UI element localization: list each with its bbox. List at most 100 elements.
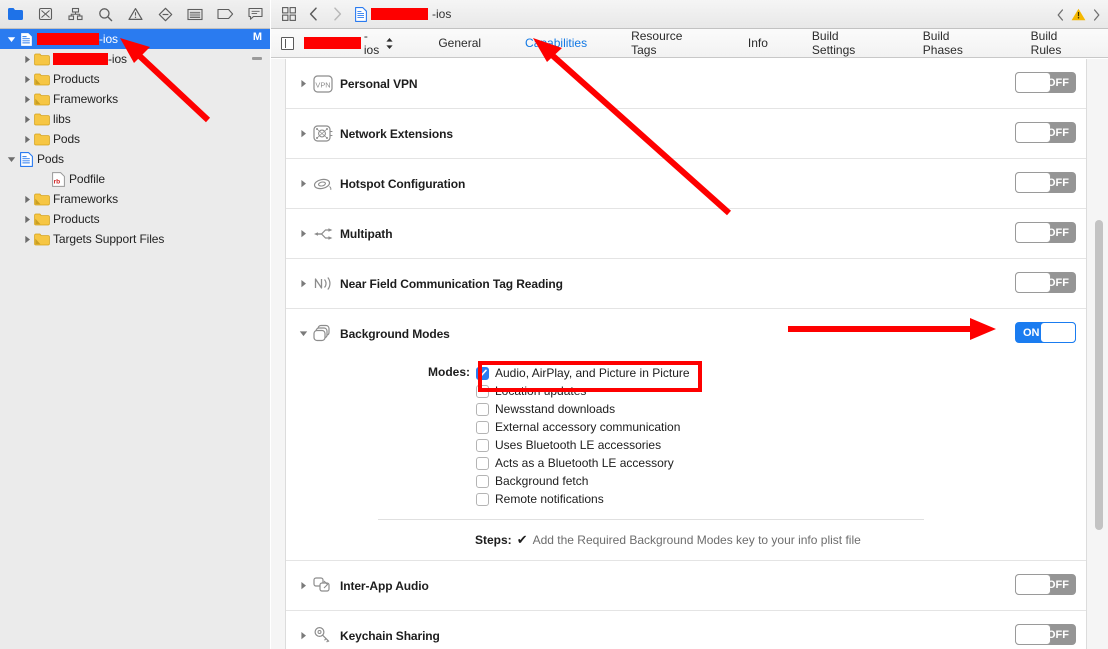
checkbox[interactable] (476, 492, 489, 506)
mode-label: Audio, AirPlay, and Picture in Picture (495, 366, 690, 380)
disclosure-triangle-icon[interactable] (296, 279, 310, 288)
mode-checkbox-item[interactable]: External accessory communication (476, 418, 690, 436)
disclosure-triangle-icon[interactable] (296, 229, 310, 238)
back-chevron-left-icon[interactable] (301, 1, 325, 27)
tab-build-phases[interactable]: Build Phases (901, 29, 1009, 57)
group-folder-icon (33, 53, 51, 66)
report-icon[interactable] (240, 0, 270, 28)
tab-build-rules[interactable]: Build Rules (1009, 29, 1108, 57)
disclosure-triangle-icon[interactable] (296, 581, 310, 590)
debug-icon[interactable] (180, 0, 210, 28)
checkbox[interactable] (476, 366, 489, 380)
disclosure-triangle-icon[interactable] (22, 229, 33, 249)
inter-app-audio-icon (310, 576, 336, 595)
disclosure-triangle-icon[interactable] (22, 189, 33, 209)
disclosure-triangle-icon[interactable] (296, 631, 310, 640)
tree-row[interactable]: Pods (0, 129, 270, 149)
mode-checkbox-item[interactable]: Acts as a Bluetooth LE accessory (476, 454, 690, 472)
tree-row[interactable]: Products (0, 69, 270, 89)
disclosure-triangle-icon[interactable] (296, 79, 310, 88)
disclosure-triangle-icon[interactable] (22, 209, 33, 229)
disclosure-triangle-icon[interactable] (296, 179, 310, 188)
checkbox[interactable] (476, 402, 489, 416)
capability-toggle[interactable]: OFF (1015, 574, 1076, 595)
tree-row[interactable]: libs (0, 109, 270, 129)
capability-toggle[interactable]: ON (1015, 322, 1076, 343)
capability-toggle[interactable]: OFF (1015, 72, 1076, 93)
capability-header[interactable]: Background Modes ON (296, 309, 1086, 358)
toggle-knob (1015, 122, 1051, 143)
search-icon[interactable] (90, 0, 120, 28)
disclosure-triangle-icon[interactable] (296, 129, 310, 138)
tab-info[interactable]: Info (726, 36, 790, 50)
breakpoint-icon[interactable] (210, 0, 240, 28)
disclosure-triangle-icon[interactable] (22, 89, 33, 109)
disclosure-triangle-icon[interactable] (22, 129, 33, 149)
tree-row[interactable]: Frameworks (0, 189, 270, 209)
source-control-icon[interactable] (30, 0, 60, 28)
symbol-hierarchy-icon[interactable] (60, 0, 90, 28)
capability-header[interactable]: Inter-App Audio OFF (296, 561, 1086, 610)
tab-general[interactable]: General (416, 36, 503, 50)
target-selector[interactable]: -ios (281, 29, 394, 57)
checkbox[interactable] (476, 438, 489, 452)
scrollbar-thumb[interactable] (1095, 220, 1103, 530)
mode-label: Uses Bluetooth LE accessories (495, 438, 662, 452)
capability-header[interactable]: Keychain Sharing OFF (296, 611, 1086, 649)
status-badge: M (252, 31, 262, 43)
tree-row[interactable]: -ios M (0, 29, 270, 49)
tree-row[interactable]: Products (0, 209, 270, 229)
mode-checkbox-item[interactable]: Background fetch (476, 472, 690, 490)
mode-checkbox-item[interactable]: Uses Bluetooth LE accessories (476, 436, 690, 454)
toggle-label: OFF (1047, 176, 1069, 189)
disclosure-triangle-icon[interactable] (6, 29, 17, 49)
nfc-icon (310, 274, 336, 293)
disclosure-triangle-icon[interactable] (22, 69, 33, 89)
tree-row[interactable]: Pods (0, 149, 270, 169)
forward-chevron-right-icon[interactable] (325, 1, 349, 27)
redacted-project-name (371, 8, 428, 20)
tab-build-settings[interactable]: Build Settings (790, 29, 901, 57)
breadcrumb[interactable]: -ios (355, 6, 451, 22)
disclosure-triangle-icon[interactable] (38, 169, 49, 189)
checkbox[interactable] (476, 420, 489, 434)
mode-checkbox-item[interactable]: Newsstand downloads (476, 400, 690, 418)
capability-toggle[interactable]: OFF (1015, 624, 1076, 645)
tree-row[interactable]: -ios (0, 49, 270, 69)
tree-row[interactable]: Targets Support Files (0, 229, 270, 249)
tree-row-text: Targets Support Files (53, 232, 165, 246)
test-icon[interactable] (150, 0, 180, 28)
checkbox[interactable] (476, 456, 489, 470)
tree-row[interactable]: Frameworks (0, 89, 270, 109)
capability-toggle[interactable]: OFF (1015, 122, 1076, 143)
prev-issue-chevron-left-icon[interactable] (1057, 8, 1064, 21)
tab-grid-icon[interactable] (277, 1, 301, 27)
mode-checkbox-item[interactable]: Remote notifications (476, 490, 690, 508)
mode-checkbox-item[interactable]: Audio, AirPlay, and Picture in Picture (476, 364, 690, 382)
checkbox[interactable] (476, 474, 489, 488)
tree-row-text: Pods (53, 132, 80, 146)
project-tree[interactable]: -ios M -ios Products Frameworks libs Pods Pods r… (0, 29, 270, 649)
tab-resource-tags[interactable]: Resource Tags (609, 29, 726, 57)
warning-triangle-icon[interactable] (1071, 8, 1086, 21)
disclosure-triangle-icon[interactable] (22, 49, 33, 69)
capability-header[interactable]: Near Field Communication Tag Reading OFF (296, 259, 1086, 308)
capability-toggle[interactable]: OFF (1015, 222, 1076, 243)
capability-header[interactable]: Multipath OFF (296, 209, 1086, 258)
folder-icon[interactable] (0, 0, 30, 28)
tree-row[interactable]: rb Podfile (0, 169, 270, 189)
disclosure-triangle-icon[interactable] (6, 149, 17, 169)
mode-checkbox-item[interactable]: Location updates (476, 382, 690, 400)
disclosure-triangle-icon[interactable] (296, 329, 310, 338)
capability-header[interactable]: VPN Personal VPN OFF (296, 59, 1086, 108)
tab-capabilities[interactable]: Capabilities (503, 36, 609, 50)
capability-header[interactable]: Network Extensions OFF (296, 109, 1086, 158)
disclosure-triangle-icon[interactable] (22, 109, 33, 129)
issue-warning-icon[interactable] (120, 0, 150, 28)
checkbox[interactable] (476, 384, 489, 398)
next-issue-chevron-right-icon[interactable] (1093, 8, 1100, 21)
capability-toggle[interactable]: OFF (1015, 272, 1076, 293)
capability-toggle[interactable]: OFF (1015, 172, 1076, 193)
vertical-scrollbar[interactable] (1093, 59, 1104, 649)
capability-header[interactable]: Hotspot Configuration OFF (296, 159, 1086, 208)
